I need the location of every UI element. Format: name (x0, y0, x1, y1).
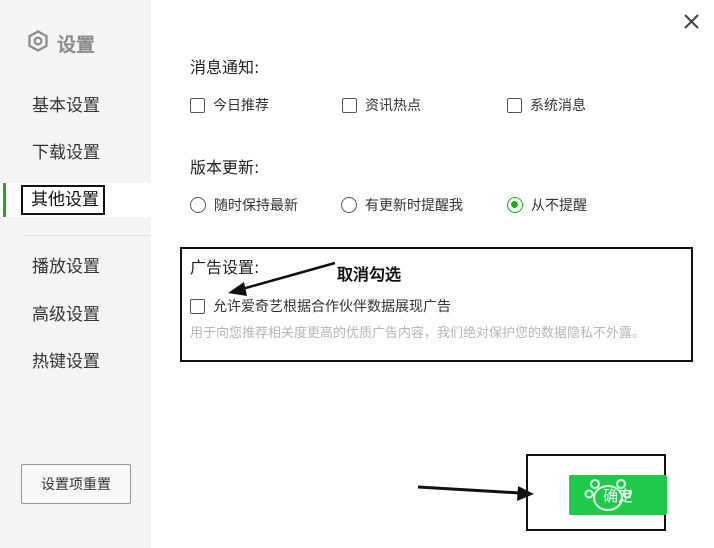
update-title: 版本更新: (190, 158, 260, 177)
sidebar-item-basic[interactable]: 基本设置 (0, 89, 151, 123)
checkbox-box[interactable] (507, 97, 522, 113)
radio-button[interactable] (341, 197, 357, 213)
settings-icon (27, 29, 49, 57)
checkbox-system-msg[interactable]: 系统消息 (507, 95, 586, 115)
checkbox-allow-partner-ads[interactable]: 允许爱奇艺根据合作伙伴数据展现广告 (190, 296, 451, 316)
radio-button-selected[interactable] (507, 197, 523, 213)
sidebar-divider (22, 235, 151, 236)
radio-always-latest[interactable]: 随时保持最新 (190, 195, 298, 215)
checkbox-label: 今日推荐 (213, 98, 269, 114)
ads-title: 广告设置: (190, 258, 260, 277)
radio-button[interactable] (190, 197, 206, 213)
sidebar-item-label: 下载设置 (32, 143, 100, 163)
checkbox-label: 资讯热点 (365, 98, 421, 114)
arrow-to-confirm (417, 485, 521, 495)
radio-never-remind[interactable]: 从不提醒 (507, 195, 587, 215)
radio-label: 从不提醒 (531, 198, 587, 214)
radio-label: 有更新时提醒我 (365, 198, 463, 214)
checkbox-box[interactable] (190, 97, 205, 113)
sidebar-item-other[interactable]: 其他设置 (0, 183, 151, 217)
checkbox-label: 允许爱奇艺根据合作伙伴数据展现广告 (213, 299, 451, 315)
reset-settings-button[interactable]: 设置项重置 (21, 464, 131, 504)
sidebar: 设置 基本设置 下载设置 其他设置 播放设置 高级设置 热键设置 设置项重置 (0, 0, 151, 548)
sidebar-item-label: 其他设置 (31, 190, 99, 210)
ads-description: 用于向您推荐相关度更高的优质广告内容，我们绝对保护您的数据隐私不外露。 (190, 326, 646, 341)
annotation-uncheck: 取消勾选 (337, 265, 402, 284)
sidebar-item-label: 热键设置 (32, 352, 100, 372)
radio-notify-on-update[interactable]: 有更新时提醒我 (341, 195, 463, 215)
sidebar-item-label: 高级设置 (32, 305, 100, 325)
sidebar-title: 设置 (57, 33, 96, 56)
checkbox-box[interactable] (190, 298, 205, 314)
sidebar-item-playback[interactable]: 播放设置 (0, 250, 151, 284)
active-indicator (3, 183, 6, 217)
radio-label: 随时保持最新 (214, 198, 298, 214)
watermark-logo (584, 479, 632, 511)
close-icon (684, 14, 699, 29)
checkbox-box[interactable] (342, 97, 357, 113)
checkbox-today-recommend[interactable]: 今日推荐 (190, 95, 269, 115)
sidebar-item-advanced[interactable]: 高级设置 (0, 298, 151, 332)
sidebar-item-download[interactable]: 下载设置 (0, 136, 151, 170)
close-button[interactable] (680, 10, 702, 32)
notifications-title: 消息通知: (190, 58, 260, 77)
sidebar-item-label: 基本设置 (32, 96, 100, 116)
checkbox-news-hot[interactable]: 资讯热点 (342, 95, 421, 115)
sidebar-header: 设置 (27, 29, 96, 57)
sidebar-item-label: 播放设置 (32, 257, 100, 277)
checkbox-label: 系统消息 (530, 98, 586, 114)
sidebar-item-hotkeys[interactable]: 热键设置 (0, 345, 151, 379)
